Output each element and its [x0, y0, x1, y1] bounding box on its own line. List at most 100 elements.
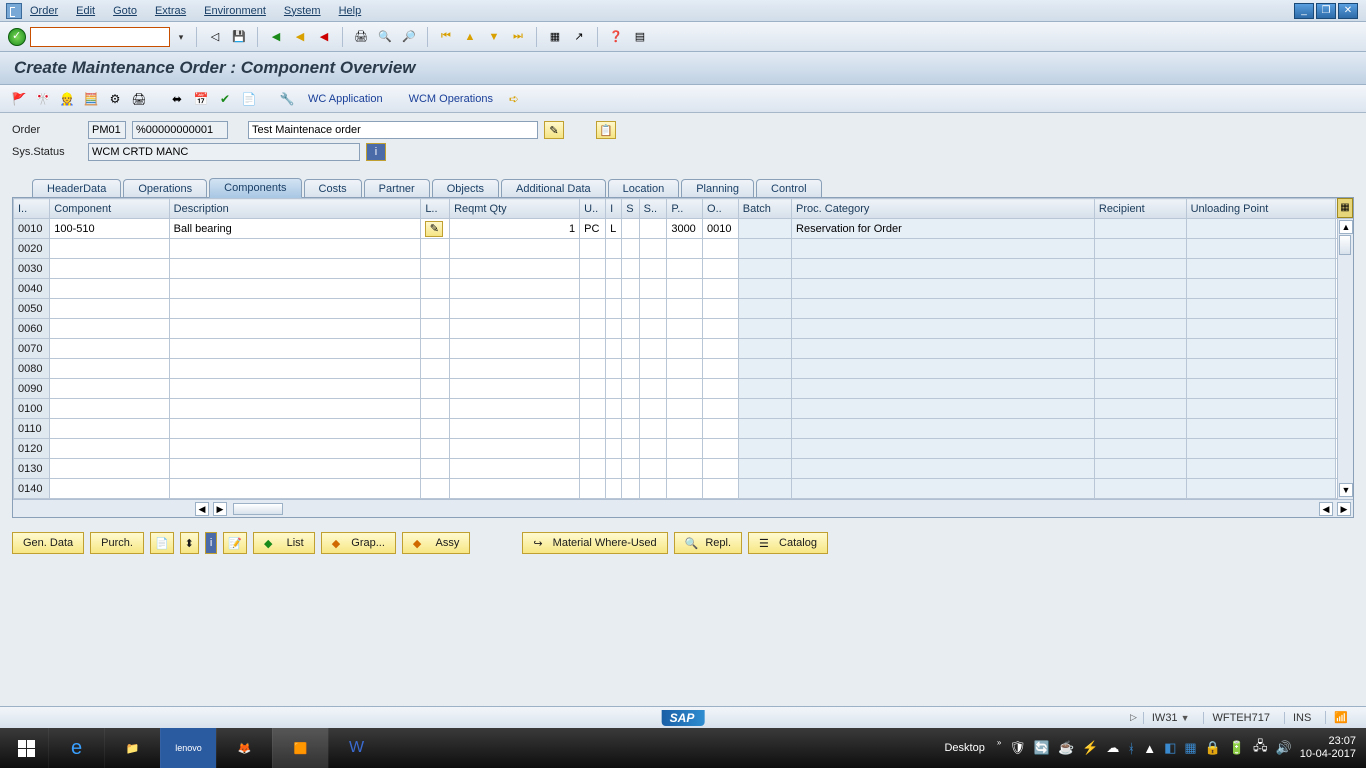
assy-button[interactable]: ◆ Assy [402, 532, 470, 554]
menu-order[interactable]: Order [30, 5, 58, 17]
menu-extras[interactable]: Extras [155, 5, 186, 17]
prev-page-icon[interactable]: ▲ [460, 28, 480, 46]
first-page-icon[interactable]: ⏮ [436, 28, 456, 46]
enter-icon[interactable] [8, 28, 26, 46]
tray-bt-icon[interactable]: ᚼ [1127, 741, 1135, 756]
cell[interactable] [450, 399, 580, 419]
cell[interactable] [169, 479, 421, 499]
cell[interactable] [703, 239, 739, 259]
tab-planning[interactable]: Planning [681, 179, 754, 198]
cell[interactable] [703, 339, 739, 359]
cell[interactable] [1186, 259, 1335, 279]
taskbar-firefox-icon[interactable]: 🦊 [216, 728, 272, 768]
menu-system[interactable]: System [284, 5, 321, 17]
status-info-icon[interactable]: i [366, 143, 386, 161]
print-icon[interactable]: 🖨 [351, 28, 371, 46]
col-header[interactable]: L.. [421, 199, 450, 219]
cell[interactable] [606, 299, 622, 319]
cell[interactable] [639, 279, 667, 299]
cell[interactable] [421, 359, 450, 379]
cell[interactable] [738, 339, 791, 359]
cell[interactable] [1094, 319, 1186, 339]
cell[interactable] [1094, 259, 1186, 279]
cell[interactable] [1186, 319, 1335, 339]
cell[interactable] [1094, 239, 1186, 259]
cell[interactable] [421, 439, 450, 459]
cell[interactable] [738, 219, 791, 239]
sort-icon[interactable]: ⬍ [180, 532, 199, 554]
cell[interactable]: 0040 [14, 279, 50, 299]
cell[interactable] [622, 259, 639, 279]
text-icon[interactable]: 📝 [223, 532, 247, 554]
cell[interactable] [622, 339, 639, 359]
tab-location[interactable]: Location [608, 179, 680, 198]
table-row[interactable]: 0060 [14, 319, 1353, 339]
cell[interactable] [580, 239, 606, 259]
scroll-right-icon[interactable]: ▶ [213, 502, 227, 516]
cell[interactable]: 3000 [667, 219, 703, 239]
table-row[interactable]: 0100 [14, 399, 1353, 419]
cell[interactable] [792, 399, 1095, 419]
cell[interactable] [792, 299, 1095, 319]
cell[interactable] [639, 399, 667, 419]
cell[interactable] [738, 439, 791, 459]
cell[interactable] [450, 279, 580, 299]
tray-lock-icon[interactable]: 🔒 [1205, 740, 1221, 756]
schedule-icon[interactable]: 📅 [192, 90, 210, 108]
cell[interactable] [639, 239, 667, 259]
cell[interactable] [667, 299, 703, 319]
table-settings-icon[interactable]: ▦ [1337, 198, 1353, 218]
catalog-button[interactable]: ☰ Catalog [748, 532, 828, 554]
cell[interactable] [703, 419, 739, 439]
restore-button[interactable]: ❐ [1316, 3, 1336, 19]
cell[interactable] [738, 239, 791, 259]
print-order-icon[interactable]: 🖨 [130, 90, 148, 108]
order-number-field[interactable]: %00000000001 [132, 121, 228, 139]
cell[interactable] [421, 379, 450, 399]
cell[interactable]: 0010 [14, 219, 50, 239]
cell[interactable] [738, 379, 791, 399]
cell[interactable] [169, 239, 421, 259]
cell[interactable] [1094, 299, 1186, 319]
cell[interactable] [738, 459, 791, 479]
cell[interactable] [606, 259, 622, 279]
cell[interactable] [1094, 219, 1186, 239]
start-button[interactable] [4, 728, 48, 768]
long-text-icon[interactable]: ✎ [544, 121, 564, 139]
wcm-operations-link[interactable]: WCM Operations [409, 93, 493, 105]
cell[interactable] [606, 379, 622, 399]
col-header[interactable]: I [606, 199, 622, 219]
cell[interactable]: Ball bearing [169, 219, 421, 239]
cell[interactable]: 1 [450, 219, 580, 239]
cell[interactable] [50, 459, 169, 479]
cell[interactable] [450, 259, 580, 279]
cell[interactable] [792, 279, 1095, 299]
cell[interactable] [622, 219, 639, 239]
cell[interactable]: 0030 [14, 259, 50, 279]
cell[interactable] [1186, 479, 1335, 499]
cell[interactable] [1186, 299, 1335, 319]
cell[interactable] [450, 459, 580, 479]
cell[interactable] [622, 439, 639, 459]
cell[interactable] [1094, 379, 1186, 399]
tray-onedrive-icon[interactable]: ☁ [1106, 740, 1119, 756]
gen-data-button[interactable]: Gen. Data [12, 532, 84, 554]
cell[interactable] [1094, 439, 1186, 459]
cell[interactable] [50, 359, 169, 379]
col-header[interactable]: Batch [738, 199, 791, 219]
cell[interactable]: 0060 [14, 319, 50, 339]
cell[interactable] [622, 419, 639, 439]
cell[interactable] [738, 419, 791, 439]
sap-menu-icon[interactable] [6, 3, 22, 19]
cell[interactable] [169, 459, 421, 479]
cell[interactable] [421, 279, 450, 299]
command-history-dropdown[interactable]: ▾ [174, 28, 188, 46]
cell[interactable]: L [606, 219, 622, 239]
cell[interactable] [667, 399, 703, 419]
cell[interactable] [792, 339, 1095, 359]
cell[interactable] [1186, 359, 1335, 379]
cell[interactable] [580, 479, 606, 499]
cell[interactable] [639, 319, 667, 339]
cell[interactable] [792, 259, 1095, 279]
tray-sync-icon[interactable]: 🔄 [1034, 740, 1050, 756]
